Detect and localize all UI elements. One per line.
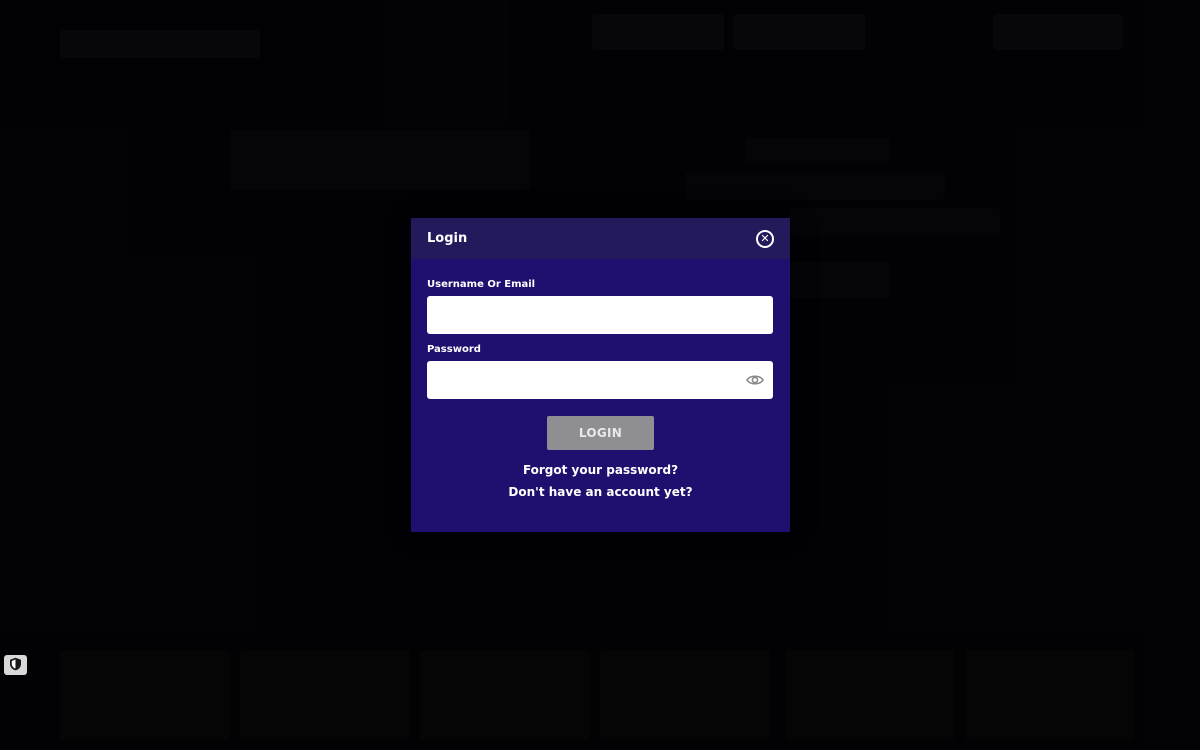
password-field-wrapper: [427, 361, 773, 399]
modal-header: Login ✕: [411, 218, 790, 259]
login-button[interactable]: LOGIN: [547, 416, 654, 450]
forgot-password-link[interactable]: Forgot your password?: [427, 463, 774, 477]
signup-link[interactable]: Don't have an account yet?: [427, 485, 774, 499]
shield-icon: [9, 656, 22, 675]
username-input[interactable]: [427, 296, 773, 334]
password-label: Password: [427, 344, 481, 355]
close-circle-icon: ✕: [760, 232, 770, 245]
modal-body: Username Or Email Password LOGIN Forgot …: [411, 259, 790, 499]
close-button[interactable]: ✕: [756, 229, 774, 248]
modal-title: Login: [427, 231, 468, 246]
username-field-wrapper: [427, 296, 773, 334]
page: Login ✕ Username Or Email Password LOGIN…: [0, 0, 1200, 750]
login-modal: Login ✕ Username Or Email Password LOGIN…: [411, 218, 790, 532]
eye-icon[interactable]: [746, 372, 764, 386]
username-label: Username Or Email: [427, 279, 536, 290]
password-input[interactable]: [427, 361, 773, 399]
privacy-badge-button[interactable]: [4, 655, 27, 675]
